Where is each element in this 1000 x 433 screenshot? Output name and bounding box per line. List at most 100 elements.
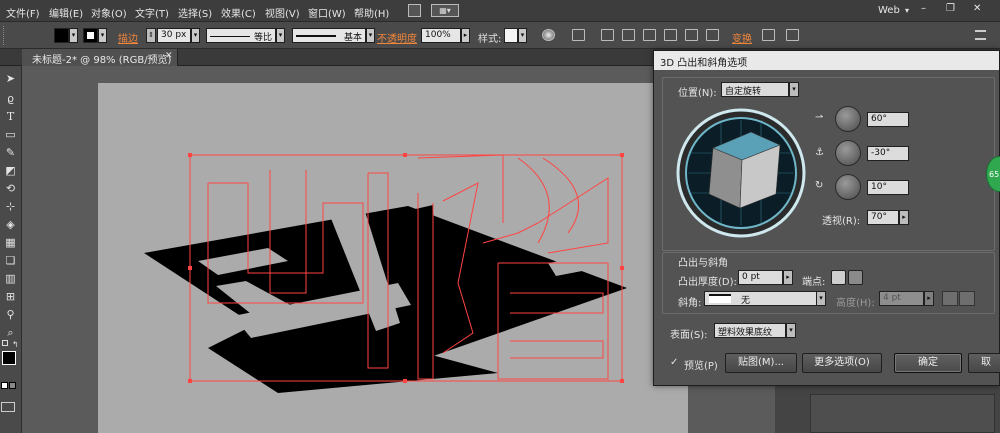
bevel-out-icon[interactable] xyxy=(942,291,958,306)
style-dropdown[interactable]: ▾ xyxy=(518,28,527,43)
bevel-dropdown[interactable]: ▾ xyxy=(816,291,826,306)
stroke-dropdown[interactable]: ▾ xyxy=(98,28,107,43)
chevron-down-icon[interactable]: ▾ xyxy=(905,6,909,15)
extrude-depth-input[interactable]: 0 pt xyxy=(738,270,783,285)
blend-tool-icon[interactable]: ❏ xyxy=(4,254,17,267)
default-colors-icon[interactable] xyxy=(2,340,8,346)
perspective-slider-arrow[interactable]: ▸ xyxy=(899,210,909,225)
opacity-label[interactable]: 不透明度 xyxy=(377,30,417,45)
menu-view[interactable]: 视图(V) xyxy=(265,5,300,20)
bevel-in-icon[interactable] xyxy=(959,291,975,306)
rotate-tool-icon[interactable]: ⟲ xyxy=(4,182,17,195)
profile-line-icon xyxy=(210,36,250,37)
cap-off-icon[interactable] xyxy=(848,270,863,285)
gradient-mode-icon[interactable] xyxy=(9,382,16,389)
align-top-icon[interactable] xyxy=(664,29,677,41)
position-dropdown[interactable]: ▾ xyxy=(789,82,799,97)
align-icon[interactable] xyxy=(572,29,585,41)
more-options-button[interactable]: 更多选项(O) xyxy=(802,353,882,373)
width-tool-icon[interactable]: ⊹ xyxy=(4,200,17,213)
height-label: 高度(H): xyxy=(836,298,875,309)
cancel-button[interactable]: 取 xyxy=(968,353,1000,373)
position-select[interactable]: 自定旋转 xyxy=(721,82,789,97)
lasso-tool-icon[interactable]: ϱ xyxy=(4,92,17,105)
rotate-z-dial[interactable] xyxy=(835,174,861,200)
extrude-depth-slider-arrow[interactable]: ▸ xyxy=(783,270,793,285)
document-tab[interactable]: 未标题-2* @ 98% (RGB/预览) ✕ xyxy=(22,49,178,66)
align-right-icon[interactable] xyxy=(643,29,656,41)
stroke-width-input[interactable]: 30 px xyxy=(157,28,191,43)
artboard[interactable] xyxy=(98,83,688,433)
align-middle-icon[interactable] xyxy=(685,29,698,41)
menu-select[interactable]: 选择(S) xyxy=(178,5,212,20)
workspace-switcher[interactable]: Web xyxy=(878,5,900,16)
type-tool-icon[interactable]: T xyxy=(4,110,17,123)
stroke-width-stepper[interactable]: ⇕ xyxy=(146,28,156,43)
menu-file[interactable]: 文件(F) xyxy=(6,5,40,20)
cap-on-icon[interactable] xyxy=(831,270,846,285)
minimize-icon[interactable]: – xyxy=(921,3,926,14)
artboard-tool-icon[interactable]: ⊞ xyxy=(4,290,17,303)
height-input[interactable]: 4 pt xyxy=(879,291,924,306)
panel-menu-icon[interactable] xyxy=(975,30,986,40)
opacity-input[interactable]: 100% xyxy=(421,28,461,43)
menu-type[interactable]: 文字(T) xyxy=(135,5,169,20)
rotate-x-input[interactable]: 60° xyxy=(867,112,909,127)
isolate-icon[interactable] xyxy=(762,29,775,41)
surface-dropdown[interactable]: ▾ xyxy=(786,323,796,338)
opacity-dropdown[interactable]: ▸ xyxy=(461,28,470,43)
more-options-icon[interactable] xyxy=(786,29,799,41)
shape-builder-tool-icon[interactable]: ◈ xyxy=(4,218,17,231)
maximize-icon[interactable]: ❐ xyxy=(946,3,955,14)
screen-mode-icon[interactable] xyxy=(1,402,15,412)
arrange-documents-icon[interactable]: ▦▾ xyxy=(431,4,459,17)
zoom-tool-icon[interactable]: ⌕ xyxy=(4,326,17,339)
map-button[interactable]: 贴图(M)... xyxy=(725,353,797,373)
rectangle-tool-icon[interactable]: ▭ xyxy=(4,128,17,141)
align-bottom-icon[interactable] xyxy=(706,29,719,41)
mesh-tool-icon[interactable]: ▦ xyxy=(4,236,17,249)
recolor-icon[interactable] xyxy=(542,29,555,41)
stroke-swatch[interactable] xyxy=(83,28,98,43)
tab-close-icon[interactable]: ✕ xyxy=(165,51,173,61)
transform-label[interactable]: 变换 xyxy=(732,30,752,45)
menu-object[interactable]: 对象(O) xyxy=(91,5,127,20)
style-swatch[interactable] xyxy=(504,28,518,43)
artwork-3d-text[interactable] xyxy=(98,83,688,433)
rotate-x-dial[interactable] xyxy=(835,106,861,132)
surface-select[interactable]: 塑料效果底纹 xyxy=(714,323,786,338)
height-slider-arrow[interactable]: ▸ xyxy=(924,291,934,306)
stroke-label[interactable]: 描边 xyxy=(118,30,138,45)
bevel-preview-icon xyxy=(709,294,731,303)
color-mode-icon[interactable] xyxy=(1,382,8,389)
rotate-y-icon: ⚓ xyxy=(815,147,824,158)
eraser-tool-icon[interactable]: ◩ xyxy=(4,164,17,177)
menu-help[interactable]: 帮助(H) xyxy=(354,5,389,20)
rotate-y-dial[interactable] xyxy=(835,140,861,166)
selection-tool-icon[interactable]: ➤ xyxy=(4,72,17,85)
fill-dropdown[interactable]: ▾ xyxy=(69,28,78,43)
align-center-icon[interactable] xyxy=(622,29,635,41)
graph-tool-icon[interactable]: ▥ xyxy=(4,272,17,285)
document-tab-title: 未标题-2* @ 98% (RGB/预览) xyxy=(32,55,172,66)
fill-swatch[interactable] xyxy=(54,28,69,43)
brush-dropdown[interactable]: ▾ xyxy=(366,28,375,43)
track-cube[interactable] xyxy=(676,108,806,238)
bridge-icon[interactable] xyxy=(408,4,421,17)
align-left-icon[interactable] xyxy=(601,29,614,41)
close-icon[interactable]: ✕ xyxy=(973,3,981,14)
profile-dropdown[interactable]: ▾ xyxy=(276,28,285,43)
ok-button[interactable]: 确定 xyxy=(894,353,962,373)
eyedropper-tool-icon[interactable]: ⚲ xyxy=(4,308,17,321)
stroke-width-dropdown[interactable]: ▾ xyxy=(191,28,200,43)
menu-window[interactable]: 窗口(W) xyxy=(308,5,346,20)
rotate-y-input[interactable]: -30° xyxy=(867,146,909,161)
menu-effect[interactable]: 效果(C) xyxy=(221,5,256,20)
rotate-z-input[interactable]: 10° xyxy=(867,180,909,195)
pencil-tool-icon[interactable]: ✎ xyxy=(4,146,17,159)
perspective-input[interactable]: 70° xyxy=(867,210,899,225)
menu-edit[interactable]: 编辑(E) xyxy=(49,5,83,20)
fill-color-swatch[interactable] xyxy=(2,351,16,365)
swap-colors-icon[interactable]: ↰ xyxy=(12,340,19,349)
preview-checkbox[interactable]: ✓ xyxy=(670,357,678,368)
